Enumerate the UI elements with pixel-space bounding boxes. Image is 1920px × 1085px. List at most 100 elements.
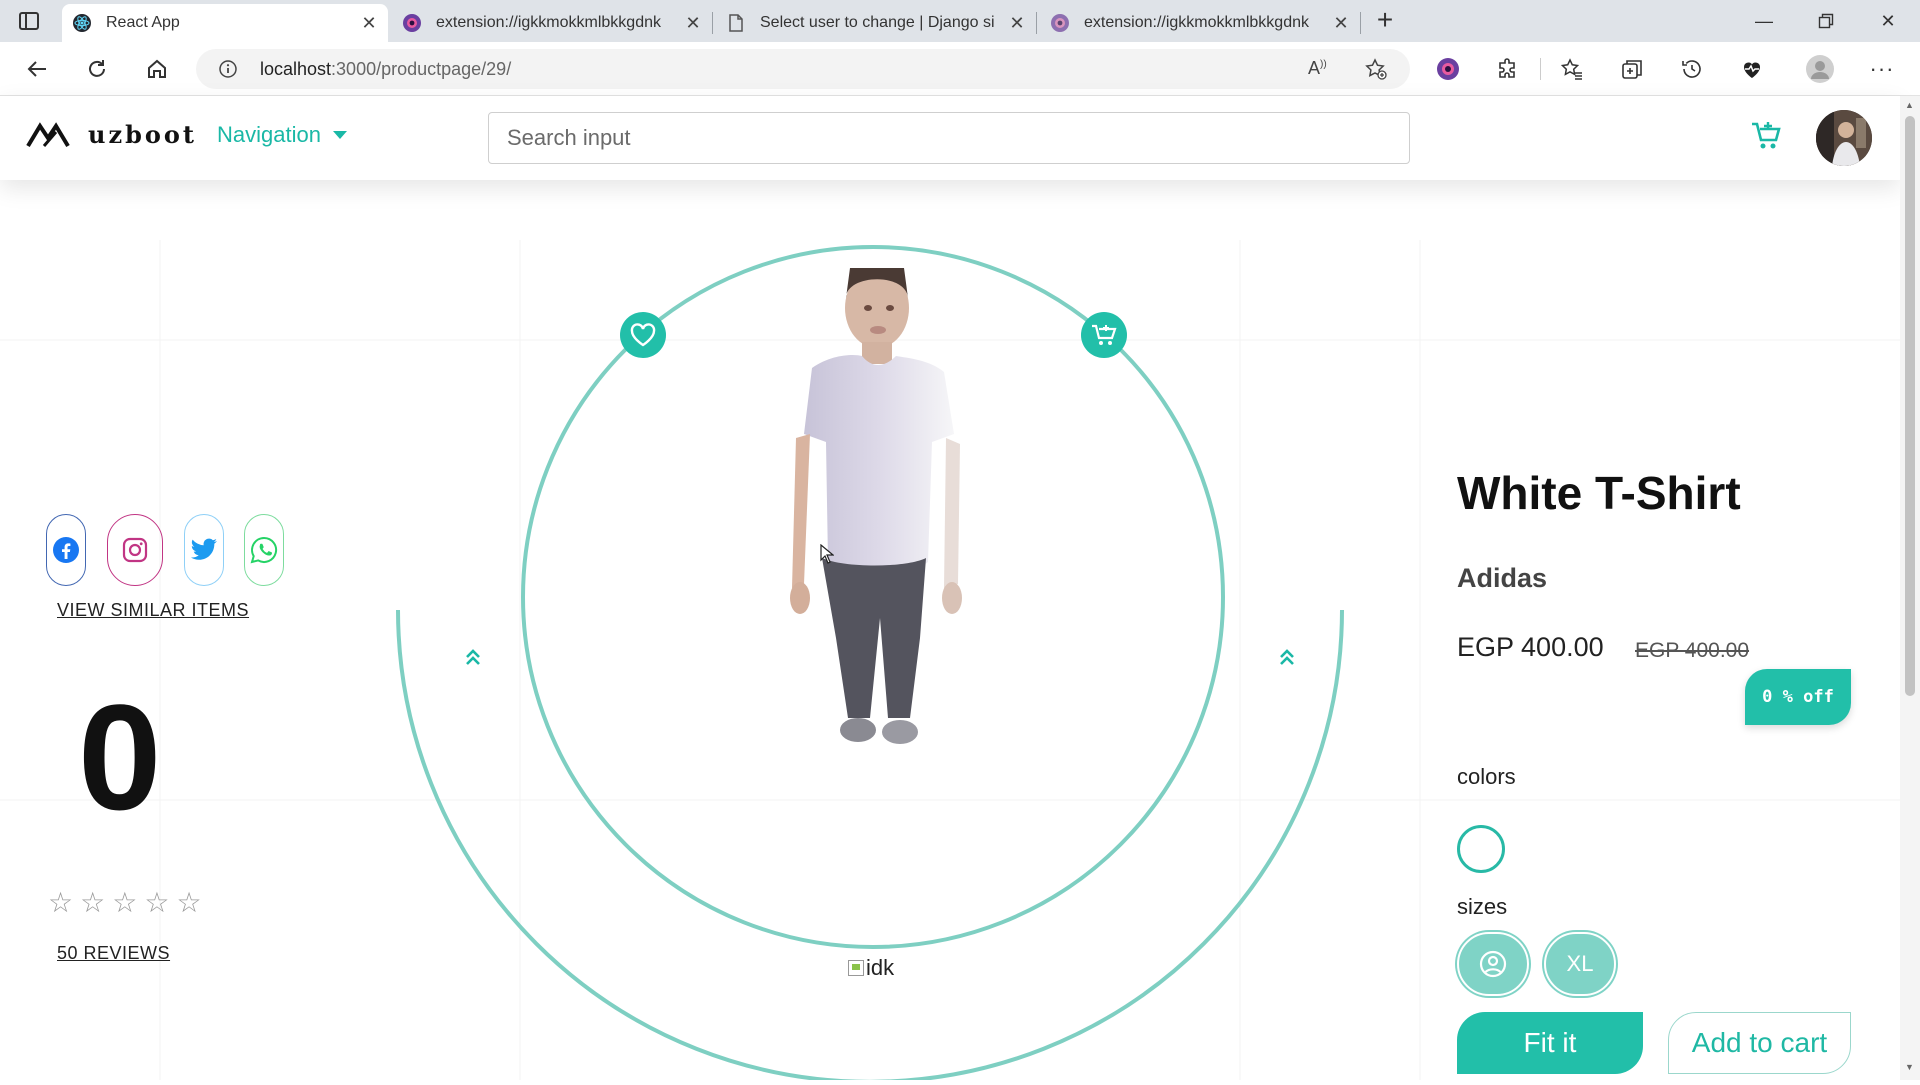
site-info-icon[interactable] — [218, 59, 238, 84]
brand-name: uzboot — [88, 120, 197, 149]
broken-image: idk — [848, 955, 894, 981]
size-xl-label: XL — [1566, 951, 1594, 976]
back-icon[interactable] — [20, 52, 54, 86]
window-close-icon[interactable]: ✕ — [1868, 6, 1908, 36]
whatsapp-share-button[interactable] — [244, 514, 284, 586]
instagram-icon — [122, 537, 148, 563]
view-similar-items-link[interactable]: VIEW SIMILAR ITEMS — [57, 600, 249, 621]
collections-icon[interactable] — [1616, 53, 1648, 85]
heart-icon — [630, 323, 656, 347]
product-brand: Adidas — [1457, 563, 1548, 593]
extension-profile-icon[interactable] — [1432, 53, 1464, 85]
facebook-share-button[interactable] — [46, 514, 86, 586]
tab-close-icon[interactable]: ✕ — [1008, 13, 1026, 34]
tab-react-app[interactable]: React App ✕ — [62, 4, 388, 42]
tab-label: extension://igkkmokkmlbkkgdnk — [1084, 14, 1309, 31]
tab-extension-2[interactable]: extension://igkkmokkmlbkkgdnk ✕ — [1040, 4, 1360, 42]
new-tab-icon[interactable]: + — [1372, 6, 1398, 34]
product-title: White T-Shirt — [1457, 467, 1741, 519]
size-xl-button[interactable]: XL — [1544, 932, 1616, 996]
read-aloud-icon[interactable]: A)) — [1308, 58, 1327, 79]
fit-it-button[interactable]: Fit it — [1457, 1012, 1643, 1074]
minimize-icon[interactable]: — — [1744, 6, 1784, 36]
tab-label: React App — [106, 14, 180, 31]
rotate-right-chevrons-icon[interactable] — [1276, 646, 1298, 668]
caret-down-icon — [332, 131, 347, 139]
tab-extension-1[interactable]: extension://igkkmokkmlbkkgdnk ✕ — [392, 4, 712, 42]
twitter-icon — [190, 538, 217, 560]
navigation-dropdown[interactable]: Navigation — [217, 122, 347, 148]
extensions-puzzle-icon[interactable] — [1492, 53, 1524, 85]
profile-icon[interactable] — [1804, 53, 1836, 85]
more-menu-icon[interactable]: ··· — [1866, 53, 1898, 85]
search-input[interactable] — [488, 112, 1410, 164]
url-path: :3000/productpage/29/ — [331, 58, 512, 79]
tab-separator — [1360, 12, 1361, 34]
star-icon[interactable]: ☆ — [112, 886, 137, 919]
colors-label: colors — [1457, 764, 1516, 789]
react-favicon-icon — [72, 13, 92, 33]
rotate-left-chevrons-icon[interactable] — [462, 646, 484, 668]
color-swatch-white[interactable] — [1457, 825, 1505, 873]
whatsapp-icon — [250, 536, 278, 564]
extension-favicon-icon — [1050, 13, 1070, 33]
browser-essentials-icon[interactable] — [1736, 53, 1768, 85]
star-icon[interactable]: ☆ — [176, 886, 201, 919]
restore-icon[interactable] — [1806, 6, 1846, 36]
brand-logo[interactable]: uzboot — [26, 120, 197, 149]
tab-separator — [712, 12, 713, 34]
tab-django[interactable]: Select user to change | Django si ✕ — [716, 4, 1036, 42]
star-icon[interactable]: ☆ — [80, 886, 105, 919]
scrollbar-thumb[interactable] — [1905, 116, 1915, 696]
user-circle-icon — [1479, 950, 1507, 978]
size-fit-profile-button[interactable] — [1457, 932, 1529, 996]
twitter-share-button[interactable] — [184, 514, 224, 586]
rating-stars[interactable]: ☆ ☆ ☆ ☆ ☆ — [48, 886, 202, 919]
navigation-label: Navigation — [217, 122, 321, 147]
scroll-up-arrow-icon[interactable]: ▲ — [1905, 100, 1914, 110]
page-scrollbar[interactable]: ▲ ▼ — [1900, 96, 1920, 1080]
product-old-price: EGP 400.00 — [1635, 639, 1750, 662]
stage-add-to-cart-button[interactable] — [1081, 312, 1127, 358]
browser-tabbar: React App ✕ extension://igkkmokkmlbkkgdn… — [0, 0, 1920, 42]
rating-score: 0 — [78, 673, 162, 841]
extension-favicon-icon — [402, 13, 422, 33]
product-price: EGP 400.00 — [1457, 632, 1604, 662]
instagram-share-button[interactable] — [107, 514, 163, 586]
reviews-link[interactable]: 50 REVIEWS — [57, 943, 170, 964]
scroll-down-arrow-icon[interactable]: ▼ — [1905, 1062, 1914, 1072]
cart-plus-icon — [1092, 324, 1117, 345]
mouse-cursor-icon — [820, 543, 835, 569]
tab-actions-icon[interactable] — [18, 10, 40, 32]
star-icon[interactable]: ☆ — [144, 886, 169, 919]
wishlist-button[interactable] — [620, 312, 666, 358]
url-text: localhost:3000/productpage/29/ — [260, 59, 511, 80]
tab-close-icon[interactable]: ✕ — [1332, 13, 1350, 34]
broken-image-icon — [848, 960, 864, 976]
favorite-add-icon[interactable] — [1364, 57, 1388, 86]
site-header: uzboot Navigation — [0, 96, 1900, 180]
user-avatar[interactable] — [1816, 110, 1872, 166]
history-icon[interactable] — [1676, 53, 1708, 85]
reload-icon[interactable] — [80, 52, 114, 86]
tab-close-icon[interactable]: ✕ — [360, 13, 378, 34]
favorites-icon[interactable] — [1556, 53, 1588, 85]
sizes-label: sizes — [1457, 894, 1508, 919]
tab-label: extension://igkkmokkmlbkkgdnk — [436, 14, 661, 31]
broken-image-alt-text: idk — [866, 955, 895, 980]
toolbar-divider — [1540, 58, 1541, 80]
facebook-icon — [53, 537, 79, 563]
url-host: localhost — [260, 58, 332, 79]
tab-separator — [1036, 12, 1037, 34]
header-cart-icon[interactable] — [1748, 118, 1784, 154]
star-icon[interactable]: ☆ — [48, 886, 73, 919]
url-field[interactable]: localhost:3000/productpage/29/ A)) — [196, 49, 1410, 89]
product-stage — [0, 180, 1900, 1084]
home-icon[interactable] — [140, 52, 174, 86]
address-bar: localhost:3000/productpage/29/ A)) ··· — [0, 42, 1920, 96]
add-to-cart-button[interactable]: Add to cart — [1668, 1012, 1851, 1074]
brand-mark-icon — [26, 121, 70, 147]
tab-close-icon[interactable]: ✕ — [684, 13, 702, 34]
document-favicon-icon — [726, 13, 746, 33]
product-model-image[interactable] — [760, 268, 990, 748]
